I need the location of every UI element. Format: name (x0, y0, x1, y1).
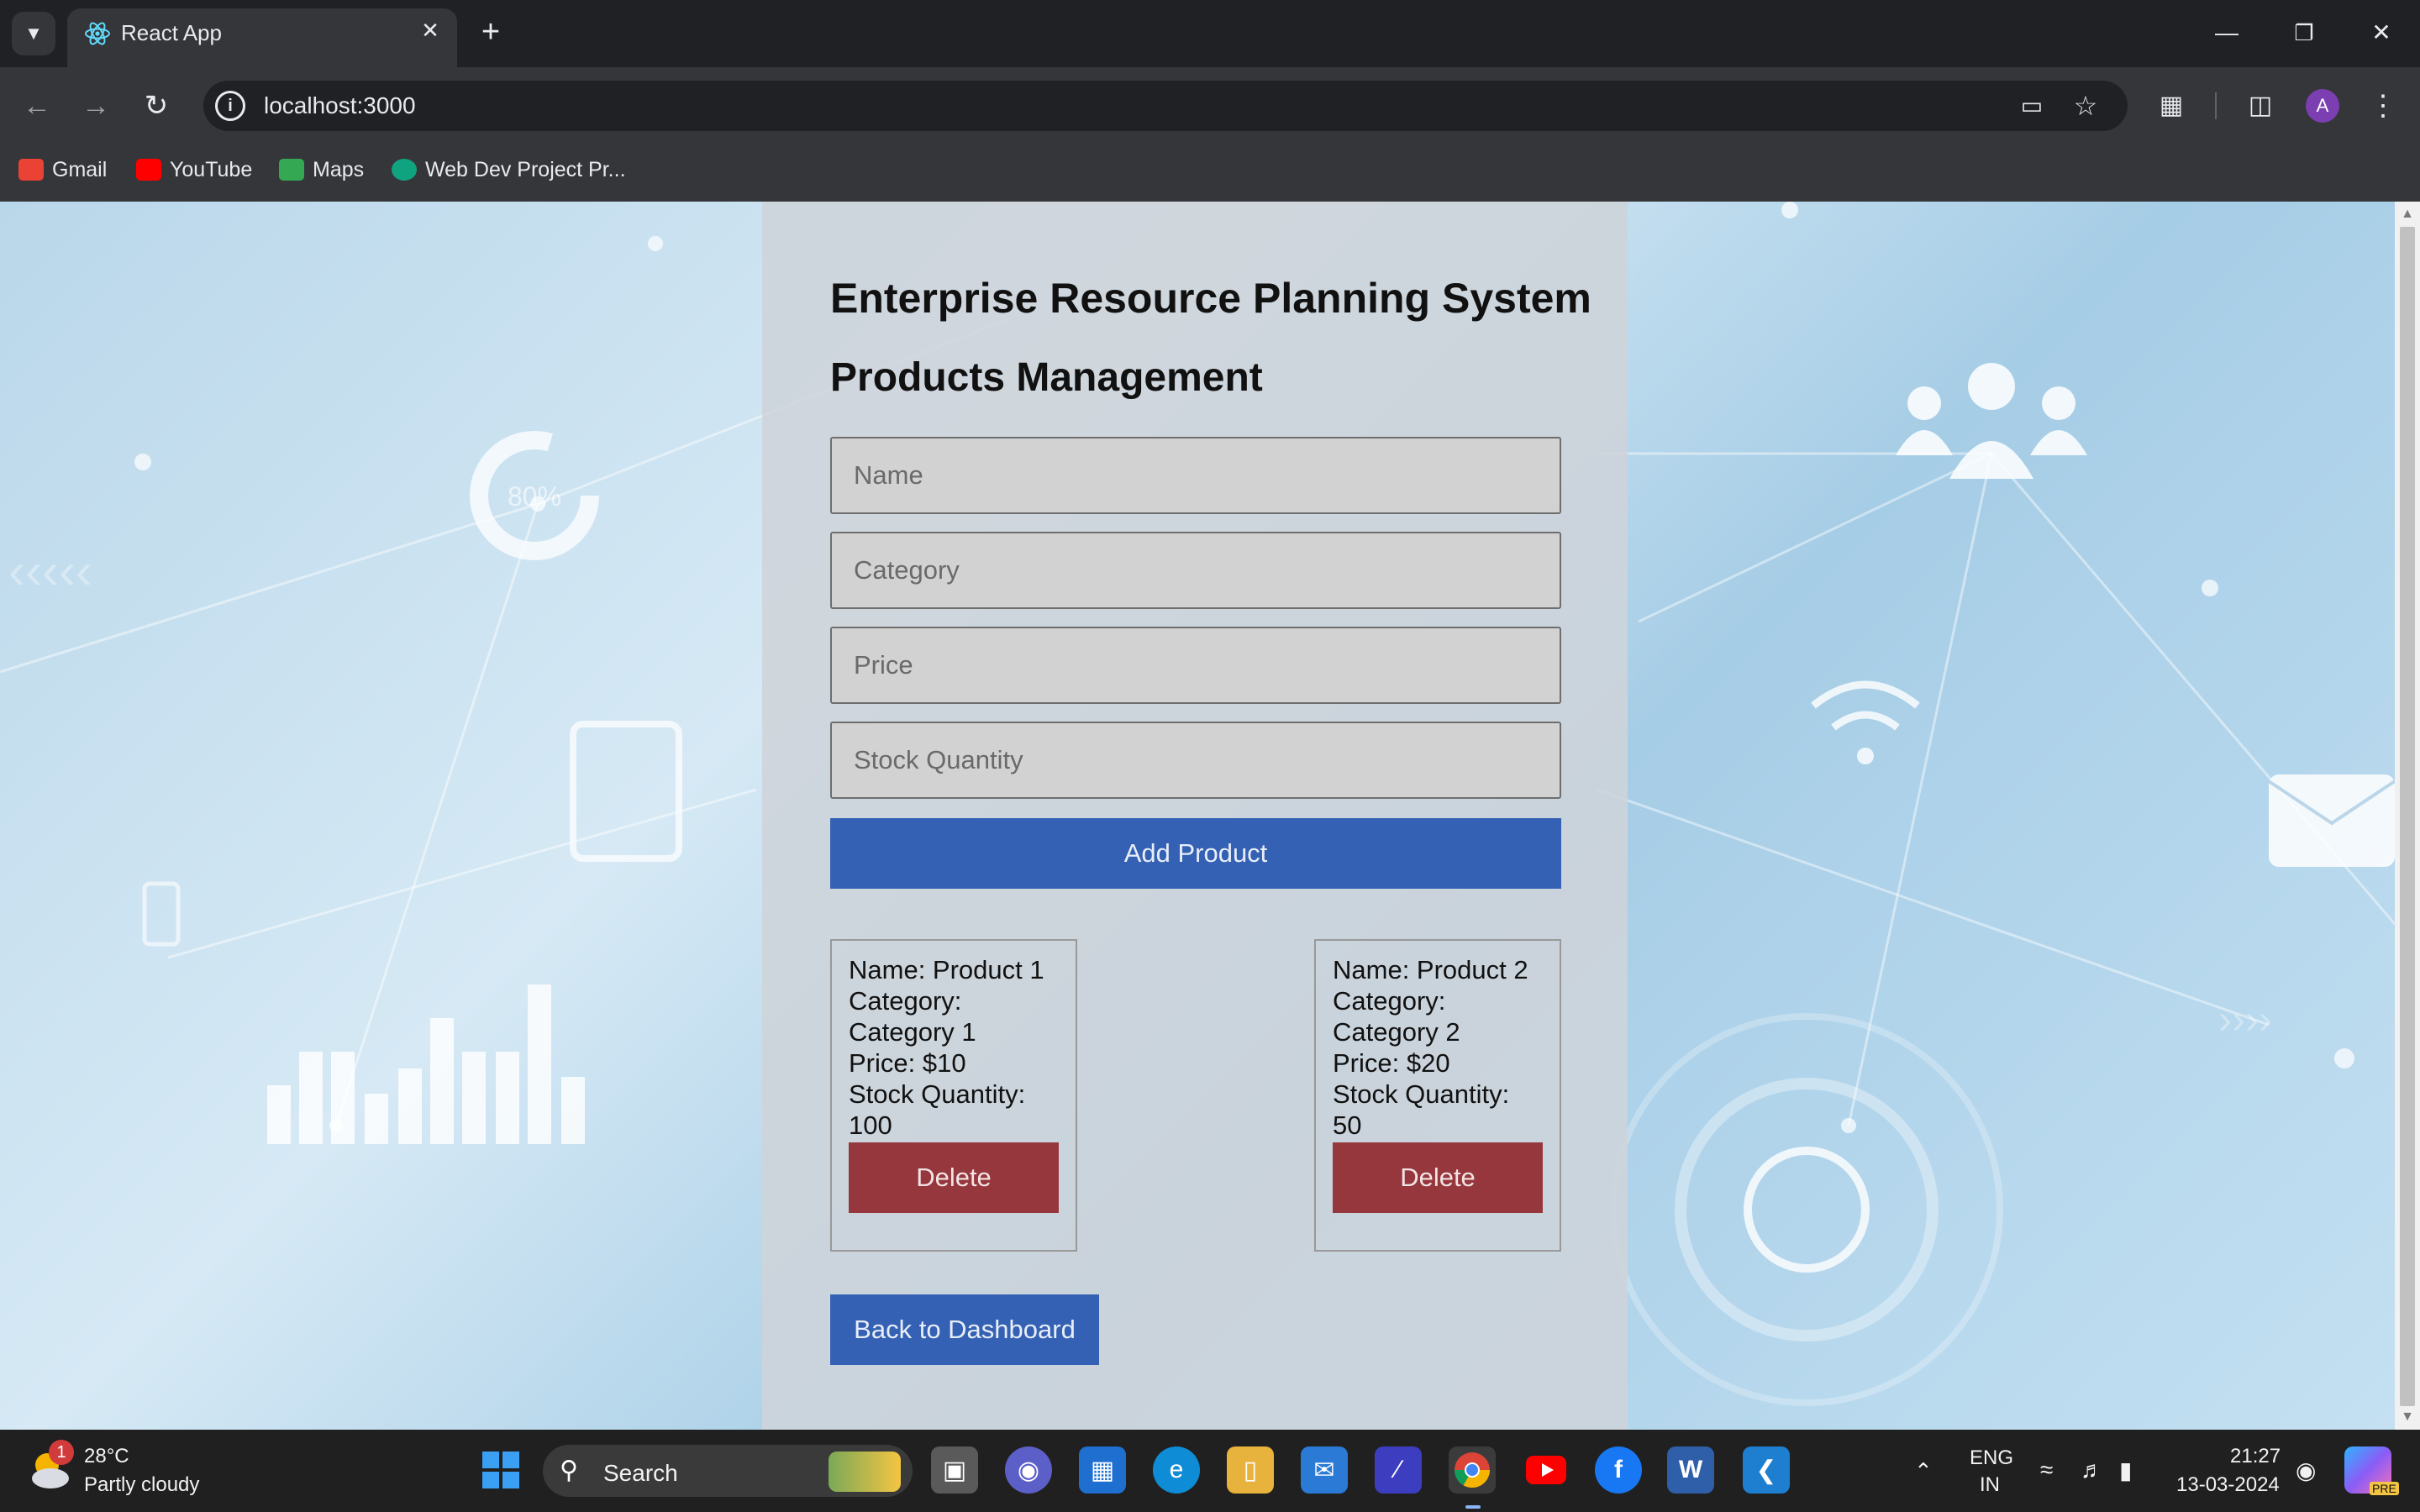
youtube-icon (136, 159, 161, 181)
app-title: Enterprise Resource Planning System (830, 275, 1591, 322)
address-bar-url[interactable]: localhost:3000 (264, 92, 416, 119)
product-card: Name: Product 2 Category: Category 2 Pri… (1314, 939, 1561, 1252)
bookmark-youtube[interactable]: YouTube (136, 155, 252, 185)
scrollbar-thumb[interactable] (2400, 227, 2415, 1406)
bookmark-label: YouTube (170, 157, 253, 181)
delete-product-button[interactable]: Delete (849, 1142, 1059, 1213)
bookmark-star-icon[interactable]: ☆ (2067, 87, 2104, 124)
youtube-app-icon[interactable] (1523, 1446, 1570, 1494)
address-bar[interactable] (203, 81, 2128, 131)
browser-menu-icon[interactable]: ⋮ (2365, 87, 2402, 124)
page-title: Products Management (830, 355, 1263, 400)
language-indicator[interactable]: ENG (1970, 1446, 2013, 1470)
gauge-label: 80% (508, 481, 561, 512)
language-region: IN (1980, 1473, 2000, 1496)
svg-text:››››: ›››› (2218, 998, 2272, 1042)
product-category: Category 2 (1333, 1017, 1460, 1047)
product-category-input[interactable] (830, 532, 1561, 609)
edge-browser-icon[interactable]: e (1153, 1446, 1200, 1494)
weather-temperature: 28°C (84, 1445, 129, 1467)
product-price: Price: $10 (849, 1048, 966, 1078)
chat-icon[interactable]: ◉ (1005, 1446, 1052, 1494)
battery-icon[interactable]: ▮ (2119, 1457, 2132, 1484)
search-highlight-icon (829, 1452, 901, 1492)
forward-arrow-icon[interactable]: → (77, 87, 114, 124)
maps-icon (279, 159, 304, 181)
products-panel: Enterprise Resource Planning System Prod… (762, 202, 1628, 1430)
copilot-badge: PRE (2370, 1482, 2399, 1495)
product-stock-label: Stock Quantity: (849, 1079, 1026, 1109)
dev-tool-icon[interactable]: ∕ (1375, 1446, 1422, 1494)
clock-time[interactable]: 21:27 (2230, 1445, 2281, 1468)
new-tab-button[interactable]: + (474, 15, 508, 49)
search-icon: ⚲ (560, 1457, 578, 1484)
active-app-indicator (1465, 1505, 1481, 1509)
wifi-icon[interactable]: ≈ (2040, 1457, 2053, 1483)
file-explorer-icon[interactable]: ▯ (1227, 1446, 1274, 1494)
product-name: Name: Product 2 (1333, 955, 1528, 984)
window-close-icon[interactable]: ✕ (2356, 12, 2407, 54)
product-card: Name: Product 1 Category: Category 1 Pri… (830, 939, 1077, 1252)
bookmark-maps[interactable]: Maps (279, 155, 364, 185)
product-price-input[interactable] (830, 627, 1561, 704)
weather-description: Partly cloudy (84, 1473, 200, 1496)
clock-date[interactable]: 13-03-2024 (2176, 1473, 2280, 1497)
task-view-icon[interactable]: ▣ (931, 1446, 978, 1494)
product-stock: 100 (849, 1110, 892, 1140)
product-name-input[interactable] (830, 437, 1561, 514)
facebook-icon[interactable]: f (1595, 1446, 1642, 1494)
bookmark-gmail[interactable]: Gmail (18, 155, 107, 185)
product-stock: 50 (1333, 1110, 1362, 1140)
extensions-icon[interactable]: ▦ (2153, 87, 2190, 124)
notification-bell-icon[interactable]: ◉ (2296, 1457, 2316, 1484)
reload-icon[interactable]: ↻ (138, 87, 175, 124)
vscode-icon[interactable]: ❮ (1743, 1446, 1790, 1494)
back-to-dashboard-button[interactable]: Back to Dashboard (830, 1294, 1099, 1365)
toolbar-divider (2215, 92, 2217, 119)
side-panel-icon[interactable]: ◫ (2242, 87, 2279, 124)
taskbar-search-placeholder: Search (603, 1460, 678, 1486)
product-category-label: Category: (849, 986, 962, 1016)
windows-taskbar (0, 1430, 2420, 1512)
back-arrow-icon[interactable]: ← (18, 87, 55, 124)
scroll-up-arrow-icon[interactable]: ▲ (2395, 203, 2420, 225)
bookmark-web-dev-project[interactable]: Web Dev Project Pr... (392, 155, 626, 185)
restore-icon[interactable]: ❐ (2279, 12, 2329, 54)
page-background: 80% ‹‹‹‹‹ ›››› Enterprise Resource Plann… (0, 202, 2395, 1430)
weather-badge: 1 (49, 1440, 74, 1465)
minimize-icon[interactable]: — (2202, 12, 2252, 54)
webex-icon[interactable]: W (1667, 1446, 1714, 1494)
product-category: Category 1 (849, 1017, 976, 1047)
bookmark-label: Web Dev Project Pr... (425, 157, 626, 181)
windows-start-icon[interactable] (477, 1446, 524, 1494)
install-app-icon[interactable]: ▭ (2013, 87, 2050, 124)
gmail-icon (18, 159, 44, 181)
microsoft-store-icon[interactable]: ▦ (1079, 1446, 1126, 1494)
show-hidden-icons-icon[interactable]: ⌃ (1914, 1458, 1933, 1484)
profile-avatar[interactable]: A (2306, 89, 2339, 123)
product-stock-input[interactable] (830, 722, 1561, 799)
close-tab-icon[interactable]: ✕ (417, 17, 444, 44)
add-product-button[interactable]: Add Product (830, 818, 1561, 889)
delete-product-button[interactable]: Delete (1333, 1142, 1543, 1213)
svg-text:‹‹‹‹‹: ‹‹‹‹‹ (8, 543, 92, 599)
product-category-label: Category: (1333, 986, 1446, 1016)
chrome-icon[interactable] (1449, 1446, 1496, 1494)
scroll-down-arrow-icon[interactable]: ▼ (2395, 1406, 2420, 1428)
react-logo-icon (85, 22, 110, 45)
product-name: Name: Product 1 (849, 955, 1044, 984)
volume-icon[interactable]: ♬ (2081, 1457, 2104, 1483)
bookmark-label: Gmail (52, 157, 108, 181)
bookmark-label: Maps (313, 157, 365, 181)
site-info-icon[interactable]: i (215, 91, 245, 121)
tab-search-dropdown-icon[interactable]: ▼ (12, 12, 55, 55)
mail-icon[interactable]: ✉ (1301, 1446, 1348, 1494)
tab-title: React App (121, 20, 222, 45)
product-price: Price: $20 (1333, 1048, 1450, 1078)
product-stock-label: Stock Quantity: (1333, 1079, 1510, 1109)
chatgpt-icon (392, 159, 417, 181)
